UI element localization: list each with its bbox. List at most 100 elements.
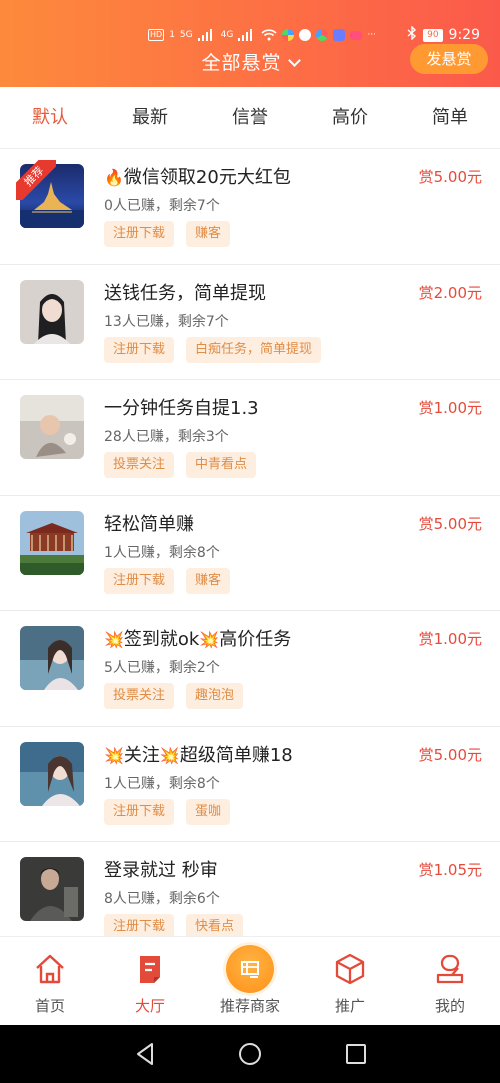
cube-icon <box>335 953 365 985</box>
boom-icon: 💥 <box>159 745 180 765</box>
task-tag: 蛋咖 <box>186 798 231 825</box>
tab-high-price[interactable]: 高价 <box>300 87 400 148</box>
task-item[interactable]: 推荐 🔥微信领取20元大红包 赏5.00元 0人已赚，剩余7个 注册下载 赚客 <box>0 149 500 265</box>
task-reward: 赏1.00元 <box>418 399 482 417</box>
task-item[interactable]: 💥关注💥超级简单赚18 赏5.00元 1人已赚，剩余8个 注册下载 蛋咖 <box>0 726 500 842</box>
nav-label: 大厅 <box>134 997 165 1015</box>
task-item[interactable]: 一分钟任务自提1.3 赏1.00元 28人已赚，剩余3个 投票关注 中青看点 <box>0 380 500 496</box>
task-progress: 28人已赚，剩余3个 <box>104 429 229 445</box>
task-progress: 1人已赚，剩余8个 <box>104 775 220 792</box>
home-circle-icon[interactable] <box>239 1043 261 1065</box>
task-title: 一分钟任务自提1.3 <box>104 398 259 419</box>
task-progress: 5人已赚，剩余2个 <box>104 660 220 676</box>
task-item[interactable]: 登录就过 秒审 赏1.05元 8人已赚，剩余6个 注册下载 快看点 <box>0 842 500 936</box>
system-nav-bar <box>0 1025 500 1083</box>
task-progress: 1人已赚，剩余8个 <box>104 544 220 561</box>
task-item[interactable]: 轻松简单赚 赏5.00元 1人已赚，剩余8个 注册下载 赚客 <box>0 495 500 611</box>
task-title: 轻松简单赚 <box>104 513 194 535</box>
recent-apps-icon[interactable] <box>346 1044 366 1064</box>
task-tags: 投票关注 中青看点 <box>104 452 257 478</box>
task-thumbnail <box>20 626 84 690</box>
hd-indicator: HD <box>148 29 165 41</box>
app-notification-icon-2 <box>316 29 329 41</box>
fire-icon: 🔥 <box>104 168 124 187</box>
bluetooth-icon <box>407 25 417 44</box>
task-thumbnail <box>20 857 84 921</box>
status-icons: HD 1 5G 4G ··· <box>148 27 376 43</box>
task-tags: 投票关注 趣泡泡 <box>104 683 244 709</box>
task-list[interactable]: 推荐 🔥微信领取20元大红包 赏5.00元 0人已赚，剩余7个 注册下载 赚客 … <box>0 149 500 936</box>
video-notification-icon <box>350 30 363 40</box>
task-reward: 赏5.00元 <box>418 514 482 533</box>
task-tag: 投票关注 <box>104 452 175 478</box>
status-right: 90 9:29 <box>407 25 480 44</box>
task-title: 🔥微信领取20元大红包 <box>104 167 291 188</box>
task-tag: 中青看点 <box>186 452 257 478</box>
task-item[interactable]: 💥签到就ok💥高价任务 赏1.00元 5人已赚，剩余2个 投票关注 趣泡泡 <box>0 611 500 727</box>
task-progress: 0人已赚，剩余7个 <box>104 198 220 214</box>
network-4g-label: 4G <box>220 30 234 40</box>
status-bar: HD 1 5G 4G ··· 90 9:29 <box>0 0 500 43</box>
task-tag: 赚客 <box>186 567 231 594</box>
home-icon <box>36 954 64 984</box>
task-tag: 注册下载 <box>104 798 175 825</box>
app-notification-icon <box>282 29 295 41</box>
boom-icon: 💥 <box>104 630 124 649</box>
task-progress: 13人已赚，剩余7个 <box>104 313 229 330</box>
sort-tabs: 默认 最新 信誉 高价 简单 <box>0 87 500 149</box>
task-title: 送钱任务，简单提现 <box>104 282 266 304</box>
task-tag: 趣泡泡 <box>186 683 244 709</box>
sim-indicator: 1 <box>169 30 175 40</box>
more-notifications-icon: ··· <box>367 30 376 40</box>
nav-merchants[interactable]: 推荐商家 <box>200 937 300 1025</box>
network-5g-label: 5G <box>179 30 193 40</box>
profile-icon <box>436 954 464 984</box>
nav-label: 推荐商家 <box>219 997 280 1015</box>
task-thumbnail <box>20 279 84 344</box>
signal-icon <box>197 29 216 41</box>
nav-home[interactable]: 首页 <box>0 937 100 1025</box>
task-tag: 白痴任务，简单提现 <box>186 336 322 363</box>
page-title: 全部悬赏 <box>201 52 282 74</box>
tab-reputation[interactable]: 信誉 <box>200 87 300 148</box>
boom-icon: 💥 <box>104 745 124 765</box>
post-bounty-button[interactable]: 发悬赏 <box>410 44 488 74</box>
signal-icon-2 <box>238 29 256 41</box>
nav-label: 首页 <box>34 997 65 1015</box>
task-title: 💥签到就ok💥高价任务 <box>104 629 292 650</box>
task-thumbnail <box>20 510 84 575</box>
task-tag: 注册下载 <box>104 914 175 936</box>
task-tags: 注册下载 赚客 <box>104 567 231 594</box>
task-tags: 注册下载 蛋咖 <box>104 798 231 825</box>
nav-promote[interactable]: 推广 <box>300 937 400 1025</box>
back-icon[interactable] <box>134 1042 156 1066</box>
task-tag: 投票关注 <box>104 683 175 709</box>
battery-indicator: 90 <box>423 28 443 42</box>
tab-newest[interactable]: 最新 <box>100 87 200 148</box>
task-title: 💥关注💥超级简单赚18 <box>104 744 293 766</box>
task-tag: 注册下载 <box>104 336 175 363</box>
chat-notification-icon <box>299 29 312 41</box>
merchant-icon <box>226 945 274 993</box>
task-thumbnail <box>20 741 84 806</box>
task-tag: 赚客 <box>186 221 231 247</box>
task-reward: 赏1.05元 <box>418 861 482 879</box>
task-tag: 注册下载 <box>104 567 175 594</box>
nav-profile[interactable]: 我的 <box>400 937 500 1025</box>
task-tag: 快看点 <box>186 914 244 936</box>
task-item[interactable]: 送钱任务，简单提现 赏2.00元 13人已赚，剩余7个 注册下载 白痴任务，简单… <box>0 264 500 380</box>
task-thumbnail <box>20 395 84 459</box>
chevron-down-icon <box>287 54 301 67</box>
tab-simple[interactable]: 简单 <box>400 87 500 148</box>
task-tags: 注册下载 快看点 <box>104 914 244 936</box>
task-tags: 注册下载 白痴任务，简单提现 <box>104 336 322 363</box>
wifi-icon <box>261 29 277 41</box>
bottom-nav: 首页 大厅 推荐商家 推广 我的 <box>0 936 500 1025</box>
tab-default[interactable]: 默认 <box>0 87 100 148</box>
task-title: 登录就过 秒审 <box>104 860 218 881</box>
music-notification-icon <box>333 29 346 41</box>
nav-hall[interactable]: 大厅 <box>100 937 200 1025</box>
recommend-badge: 推荐 <box>16 160 56 200</box>
task-reward: 赏5.00元 <box>418 168 482 186</box>
nav-label: 我的 <box>434 997 465 1015</box>
